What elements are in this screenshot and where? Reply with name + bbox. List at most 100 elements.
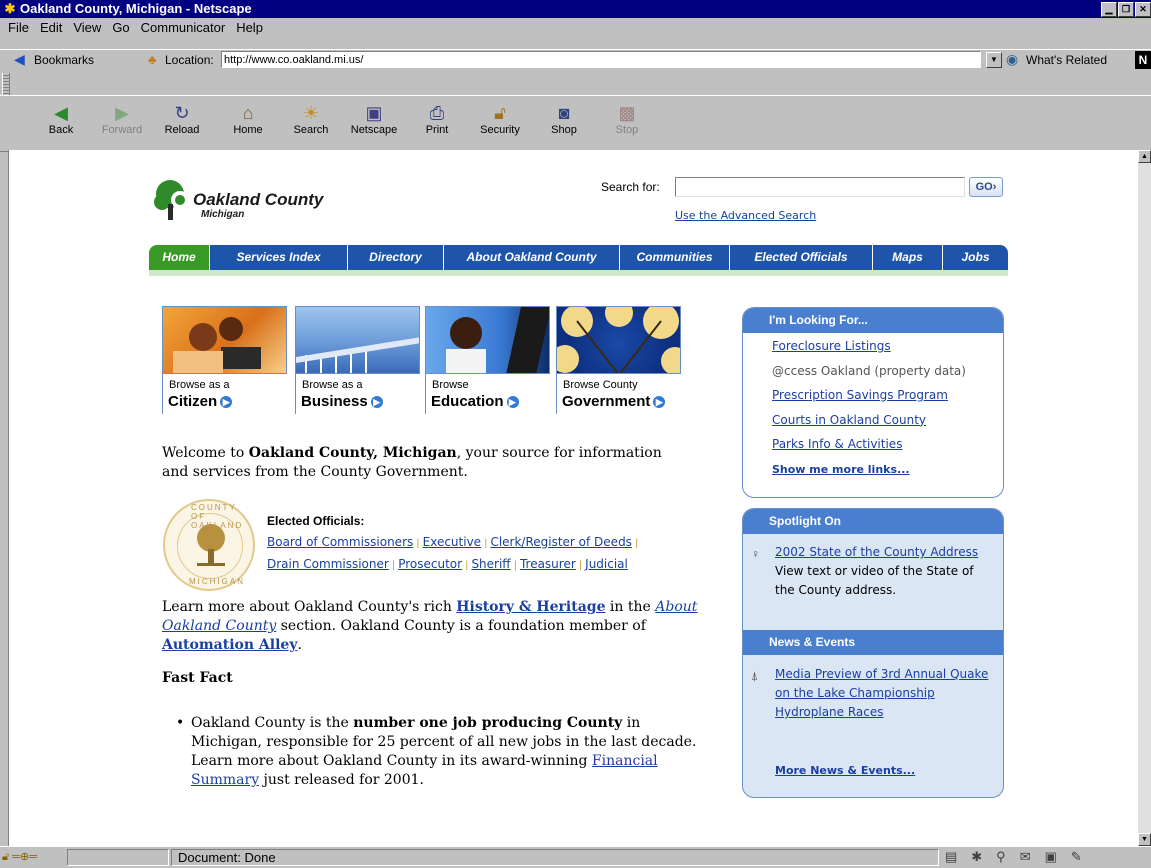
security-button[interactable]: 🔓︎ Security <box>476 102 524 136</box>
tab-communities[interactable]: Communities <box>619 245 729 270</box>
business-photo-art <box>296 337 419 373</box>
link-executive[interactable]: Executive <box>423 535 481 549</box>
status-message: Document: Done <box>171 849 939 866</box>
more-news-events-link[interactable]: More News & Events... <box>775 764 915 777</box>
elected-officials-title: Elected Officials: <box>267 514 365 528</box>
component-bar-icons[interactable]: ▤✱⚲✉▣✎ <box>945 849 1096 865</box>
menu-go[interactable]: Go <box>109 20 132 35</box>
browse-business-tile[interactable]: Browse as a Business ▶ <box>295 306 420 414</box>
stop-button[interactable]: ▩ Stop <box>603 102 651 136</box>
scroll-down-arrow[interactable]: ▼ <box>1138 833 1151 846</box>
education-photo <box>425 306 550 374</box>
url-dropdown-button[interactable]: ▼ <box>986 52 1002 68</box>
county-seal: COUNTY OF OAKLAND MICHIGAN <box>163 499 255 591</box>
security-lock-icon[interactable]: 🔓︎ ═⊕═ <box>2 850 37 864</box>
link-foreclosure-listings[interactable]: Foreclosure Listings <box>772 339 891 353</box>
menu-view[interactable]: View <box>70 20 104 35</box>
link-treasurer[interactable]: Treasurer <box>520 557 576 571</box>
vertical-scrollbar[interactable]: ▲ ▼ <box>1138 150 1151 846</box>
looking-for-title: I'm Looking For... <box>743 308 1003 333</box>
nav-underline <box>149 270 1008 276</box>
menu-edit[interactable]: Edit <box>37 20 65 35</box>
show-more-links[interactable]: Show me more links... <box>772 463 910 476</box>
news-events-title: News & Events <box>743 630 1003 655</box>
toolbar-grip[interactable] <box>2 73 10 95</box>
tab-directory[interactable]: Directory <box>347 245 443 270</box>
browse-citizen-tile[interactable]: Browse as a Citizen ▶ <box>162 306 287 414</box>
link-board-of-commissioners[interactable]: Board of Commissioners <box>267 535 413 549</box>
maximize-button[interactable]: ❐ <box>1118 2 1134 17</box>
reload-icon: ↻ <box>174 103 190 123</box>
browse-government-tile[interactable]: Browse County Government ▶ <box>556 306 681 414</box>
site-search-input[interactable] <box>675 177 965 197</box>
browse-education-small: Browse <box>432 379 469 391</box>
netscape-logo-icon[interactable]: N <box>1135 51 1151 69</box>
navigation-toolbar: ◀ Back ▶ Forward ↻ Reload ⌂ Home ☀ Search ▣ Ne… <box>0 95 1151 152</box>
tab-maps[interactable]: Maps <box>872 245 942 270</box>
advanced-search-link[interactable]: Use the Advanced Search <box>675 209 816 222</box>
print-icon: ⎙ <box>429 103 445 123</box>
looking-for-panel: I'm Looking For... Foreclosure Listings … <box>742 307 1004 498</box>
radio-tower-icon: ⍋ <box>751 669 759 683</box>
browse-citizen-label: Citizen ▶ <box>168 393 233 410</box>
link-access-oakland[interactable]: @ccess Oakland (property data) <box>772 364 966 378</box>
tab-about-oakland-county[interactable]: About Oakland County <box>443 245 619 270</box>
state-of-county-link[interactable]: 2002 State of the County Address <box>775 545 978 559</box>
menu-communicator[interactable]: Communicator <box>138 20 229 35</box>
menu-file[interactable]: File <box>5 20 32 35</box>
whats-related-button[interactable]: What's Related <box>1026 53 1107 67</box>
location-label: Location: <box>165 53 214 67</box>
news-item-link[interactable]: Media Preview of 3rd Annual Quake on the… <box>775 667 988 719</box>
back-arrow-icon: ◀ <box>54 103 68 123</box>
shop-icon: ◙ <box>558 103 570 123</box>
link-prosecutor[interactable]: Prosecutor <box>398 557 462 571</box>
home-icon: ⌂ <box>242 103 254 123</box>
spotlight-item: 2002 State of the County Address View te… <box>775 543 990 600</box>
link-parks-info[interactable]: Parks Info & Activities <box>772 437 902 451</box>
tab-services-index[interactable]: Services Index <box>209 245 347 270</box>
stop-icon: ▩ <box>618 103 636 123</box>
location-icon: ♣ <box>148 52 157 67</box>
link-drain-commissioner[interactable]: Drain Commissioner <box>267 557 389 571</box>
url-input[interactable] <box>221 51 981 68</box>
link-prescription-savings[interactable]: Prescription Savings Program <box>772 388 948 402</box>
link-courts[interactable]: Courts in Oakland County <box>772 413 926 427</box>
tab-home[interactable]: Home <box>149 245 209 270</box>
link-judicial[interactable]: Judicial <box>585 557 628 571</box>
netscape-button[interactable]: ▣ Netscape <box>350 102 398 136</box>
print-button[interactable]: ⎙ Print <box>413 102 461 136</box>
automation-alley-link[interactable]: Automation Alley <box>162 637 297 653</box>
home-button[interactable]: ⌂ Home <box>224 102 272 136</box>
browse-education-tile[interactable]: Browse Education ▶ <box>425 306 550 414</box>
browse-government-small: Browse County <box>563 379 638 391</box>
back-button[interactable]: ◀ Back <box>37 102 85 136</box>
scroll-up-arrow[interactable]: ▲ <box>1138 150 1151 163</box>
whats-related-icon[interactable]: ◉ <box>1006 51 1024 67</box>
oak-tree-icon <box>154 180 189 220</box>
oakland-county-logo[interactable]: Oakland County Michigan <box>153 178 353 228</box>
link-clerk-register-of-deeds[interactable]: Clerk/Register of Deeds <box>490 535 632 549</box>
netscape-icon: ▣ <box>365 103 383 123</box>
tab-jobs[interactable]: Jobs <box>942 245 1008 270</box>
microphone-icon: ♀ <box>751 547 760 561</box>
spotlight-description: View text or video of the State of the C… <box>775 564 974 597</box>
minimize-button[interactable]: ▁ <box>1101 2 1117 17</box>
bookmarks-icon[interactable]: ◀ <box>14 51 34 67</box>
government-photo-art <box>557 307 680 373</box>
menu-help[interactable]: Help <box>233 20 266 35</box>
reload-button[interactable]: ↻ Reload <box>158 102 206 136</box>
bookmarks-button[interactable]: Bookmarks <box>34 53 94 67</box>
window-title: Oakland County, Michigan - Netscape <box>20 1 252 16</box>
menu-bar: File Edit View Go Communicator Help <box>0 18 1151 37</box>
link-sheriff[interactable]: Sheriff <box>471 557 510 571</box>
arrow-right-icon: ▶ <box>653 396 666 408</box>
go-button[interactable]: GO› <box>969 177 1003 197</box>
close-button[interactable]: ✕ <box>1135 2 1151 17</box>
search-button[interactable]: ☀ Search <box>287 102 335 136</box>
looking-for-list: Foreclosure Listings @ccess Oakland (pro… <box>743 333 1003 486</box>
shop-button[interactable]: ◙ Shop <box>540 102 588 136</box>
history-heritage-link[interactable]: History & Heritage <box>456 599 605 615</box>
tab-elected-officials[interactable]: Elected Officials <box>729 245 872 270</box>
forward-button[interactable]: ▶ Forward <box>98 102 146 136</box>
browse-business-label: Business ▶ <box>301 393 383 410</box>
